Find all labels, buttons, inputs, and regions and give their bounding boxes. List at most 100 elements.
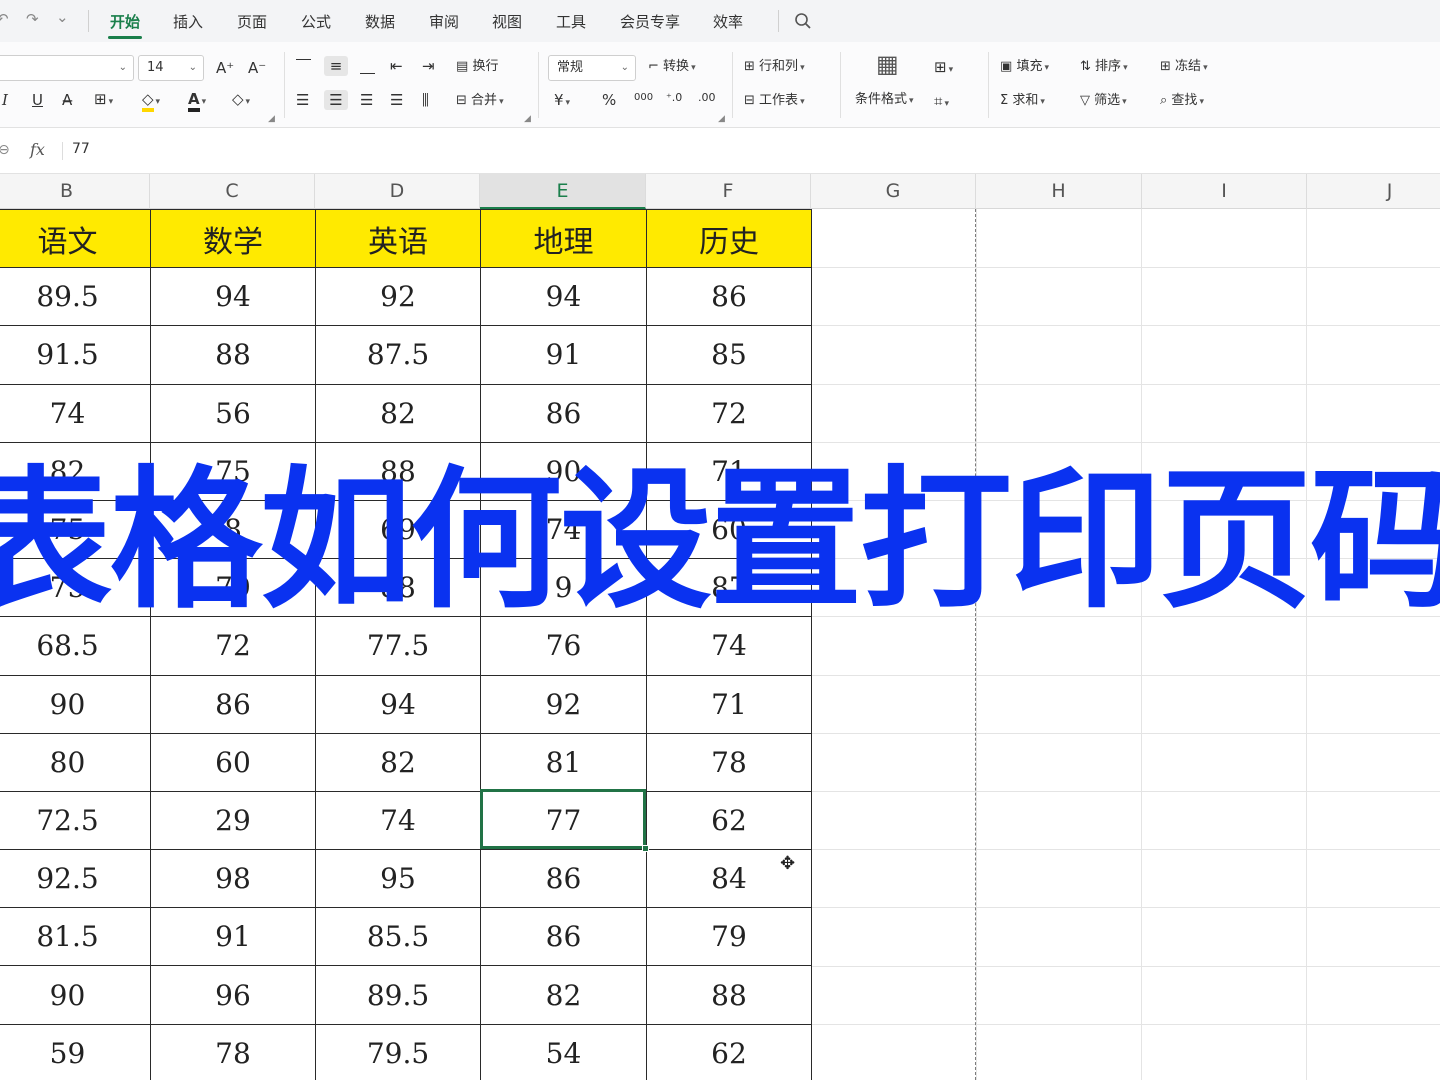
header-cell[interactable]: 地理 (480, 209, 647, 269)
data-cell[interactable]: 77.5 (315, 616, 481, 676)
data-cell[interactable]: 8 (150, 499, 316, 560)
data-cell[interactable]: 68.5 (0, 616, 151, 676)
align-bottom-icon[interactable]: ⎽ (360, 56, 375, 76)
data-cell[interactable]: 72 (646, 383, 812, 443)
conditional-format-button[interactable]: 条件格式 ▾ (855, 90, 914, 111)
data-cell[interactable]: 60 (150, 732, 316, 792)
rows-cols-button[interactable]: ⊞ 行和列 ▾ (744, 57, 805, 78)
column-header-i[interactable]: I (1142, 174, 1307, 209)
data-cell[interactable]: 86 (480, 849, 647, 909)
data-cell[interactable]: 71 (646, 674, 812, 734)
percent-button[interactable]: % (602, 90, 616, 110)
find-button[interactable]: ⌕ 查找 ▾ (1160, 91, 1204, 112)
column-header-e[interactable]: E (480, 174, 646, 209)
convert-button[interactable]: ⌐ 转换 ▾ (648, 57, 696, 78)
quick-access-more-icon[interactable]: ⌄ (56, 8, 69, 26)
data-cell[interactable]: 69 (315, 499, 481, 560)
data-cell[interactable]: 91 (150, 907, 316, 967)
data-cell[interactable]: 60 (646, 499, 812, 560)
data-cell[interactable]: 78 (150, 1023, 316, 1080)
fx-icon[interactable]: fx (30, 140, 45, 159)
font-size-select[interactable]: 14 ⌄ (138, 55, 204, 81)
column-header-g[interactable]: G (811, 174, 976, 209)
strikethrough-icon[interactable]: A̶ (62, 90, 72, 110)
column-header-d[interactable]: D (315, 174, 480, 209)
dialog-launcher-icon[interactable]: ◢ (524, 114, 531, 124)
fill-button[interactable]: ▣ 填充 ▾ (1000, 57, 1049, 78)
font-color-icon[interactable]: A ▾ (188, 89, 206, 112)
data-cell[interactable]: 92 (315, 267, 481, 327)
align-center-icon[interactable]: ☰ (324, 90, 348, 110)
data-cell[interactable]: 81.5 (0, 907, 151, 967)
data-cell[interactable]: 94 (315, 674, 481, 734)
align-right-icon[interactable]: ☰ (360, 90, 373, 110)
data-cell[interactable]: 75 (0, 499, 151, 560)
data-cell[interactable]: 79 (646, 907, 812, 967)
data-cell[interactable]: 74 (0, 383, 151, 443)
tab-member[interactable]: 会员专享 (620, 11, 680, 32)
tab-efficiency[interactable]: 效率 (713, 11, 743, 32)
data-cell[interactable]: 62 (646, 790, 812, 851)
data-cell[interactable]: 72 (150, 616, 316, 676)
grow-font-icon[interactable]: A⁺ (216, 58, 234, 78)
font-name-select[interactable]: ⌄ (0, 55, 134, 81)
tab-view[interactable]: 视图 (492, 11, 522, 32)
header-cell[interactable]: 数学 (150, 209, 316, 269)
border-icon[interactable]: ⊞ ▾ (94, 89, 113, 112)
wrap-text-button[interactable]: ▤ 换行 (456, 57, 498, 77)
align-middle-icon[interactable]: ≡ (324, 56, 348, 76)
data-cell[interactable]: 90 (480, 441, 647, 501)
data-cell[interactable]: 90 (0, 965, 151, 1025)
column-header-f[interactable]: F (646, 174, 811, 209)
clear-format-icon[interactable]: ◇ ▾ (232, 89, 250, 112)
data-cell[interactable]: 89.5 (315, 965, 481, 1025)
data-cell[interactable]: 79 (150, 558, 316, 618)
data-cell[interactable]: 72.5 (0, 790, 151, 851)
data-cell[interactable]: 77 (480, 790, 647, 851)
distributed-icon[interactable]: ⫼ (422, 90, 429, 110)
data-cell[interactable]: 75 (150, 441, 316, 501)
data-cell[interactable]: 9 (480, 558, 647, 618)
spreadsheet-grid[interactable]: 语文 数学 英语 地理 历史 89.5 94 92 94 86 91.5 88 87.5 91 85 74 56… (0, 209, 1440, 1080)
header-cell[interactable]: 历史 (646, 209, 812, 269)
data-cell[interactable]: 59 (0, 1023, 151, 1080)
filter-button[interactable]: ▽ 筛选 ▾ (1080, 91, 1127, 112)
tab-formula[interactable]: 公式 (301, 11, 331, 32)
data-cell[interactable]: 80 (0, 732, 151, 792)
tab-tools[interactable]: 工具 (556, 11, 586, 32)
fill-color-icon[interactable]: ◇ ▾ (142, 89, 160, 112)
data-cell[interactable]: 82 (0, 441, 151, 501)
data-cell[interactable]: 91.5 (0, 325, 151, 385)
tab-home[interactable]: 开始 (107, 11, 143, 39)
fill-handle[interactable] (642, 845, 649, 852)
header-cell[interactable]: 英语 (315, 209, 481, 269)
currency-button[interactable]: ¥ ▾ (554, 90, 570, 113)
dialog-launcher-icon[interactable]: ◢ (268, 114, 275, 124)
column-header-h[interactable]: H (976, 174, 1142, 209)
align-top-icon[interactable]: ⎺ (296, 56, 311, 76)
data-cell[interactable]: 88 (150, 325, 316, 385)
data-cell[interactable]: 96 (150, 965, 316, 1025)
data-cell[interactable]: 91 (480, 325, 647, 385)
dialog-launcher-icon[interactable]: ◢ (718, 114, 725, 124)
data-cell[interactable]: 81 (480, 732, 647, 792)
data-cell[interactable]: 71 (646, 441, 812, 501)
data-cell[interactable]: 82 (480, 965, 647, 1025)
data-cell[interactable]: 86 (480, 383, 647, 443)
data-cell[interactable]: 98 (150, 849, 316, 909)
data-cell[interactable]: 86 (480, 907, 647, 967)
tab-page[interactable]: 页面 (237, 11, 267, 32)
cell-style-icon[interactable]: ⊞ ▾ (934, 57, 953, 80)
worksheet-button[interactable]: ⊟ 工作表 ▾ (744, 91, 805, 112)
data-cell[interactable]: 82 (315, 732, 481, 792)
number-format-select[interactable]: 常规 ⌄ (548, 55, 636, 81)
increase-decimal-button[interactable]: ⁺.0 (666, 88, 682, 108)
header-cell[interactable]: 语文 (0, 209, 151, 269)
data-cell[interactable]: 79.5 (315, 1023, 481, 1080)
data-cell[interactable]: 86 (646, 267, 812, 327)
data-cell[interactable]: 88 (646, 965, 812, 1025)
shrink-font-icon[interactable]: A⁻ (248, 58, 266, 78)
data-cell[interactable]: 87 (646, 558, 812, 618)
column-header-j[interactable]: J (1307, 174, 1440, 209)
data-cell[interactable]: 62 (646, 1023, 812, 1080)
